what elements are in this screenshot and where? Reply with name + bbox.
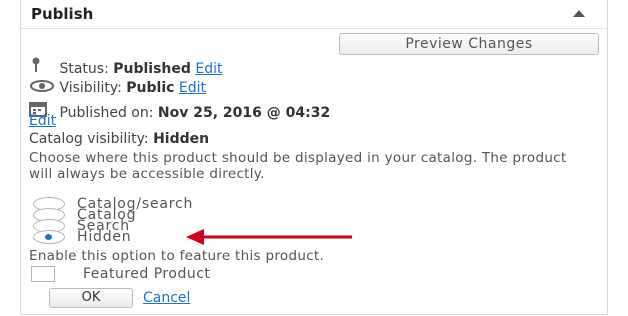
red-arrow-annotation xyxy=(186,229,352,245)
